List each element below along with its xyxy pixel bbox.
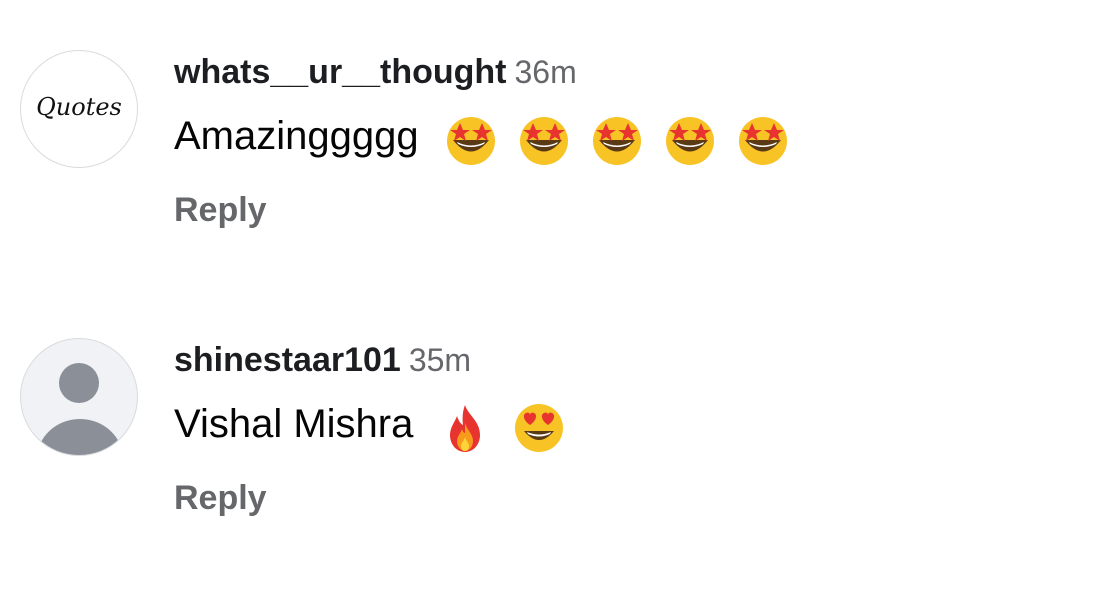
comment-body: Vishal Mishra <box>174 396 574 455</box>
star-struck-icon <box>446 117 495 166</box>
reply-button[interactable]: Reply <box>174 188 267 232</box>
heart-eyes-icon <box>514 404 563 453</box>
comment-timestamp: 36m <box>514 54 577 90</box>
comment-meta: shinestaar101 35m <box>174 338 471 382</box>
comment-username[interactable]: shinestaar101 <box>174 341 401 379</box>
fire-icon <box>450 405 481 453</box>
comment-text: Vishal Mishra <box>174 402 414 446</box>
avatar-logo-text: Quotes <box>36 93 122 121</box>
emoji-row <box>438 398 573 455</box>
avatar-body-shape <box>37 419 123 455</box>
star-struck-icon <box>739 117 788 166</box>
star-struck-icon <box>666 117 715 166</box>
comment-timestamp: 35m <box>408 342 472 378</box>
comment-body: Amazinggggg <box>174 108 799 167</box>
star-struck-icon <box>519 117 568 166</box>
comment-text: Amazinggggg <box>174 114 419 158</box>
emoji-row <box>444 110 799 167</box>
avatar[interactable] <box>20 338 138 456</box>
comment-username[interactable]: whats__ur__thought <box>174 53 506 91</box>
comment-meta: whats__ur__thought 36m <box>174 50 577 94</box>
star-struck-icon <box>592 117 641 166</box>
avatar-head-shape <box>59 363 99 403</box>
avatar[interactable]: Quotes <box>20 50 138 168</box>
reply-button[interactable]: Reply <box>174 476 267 520</box>
